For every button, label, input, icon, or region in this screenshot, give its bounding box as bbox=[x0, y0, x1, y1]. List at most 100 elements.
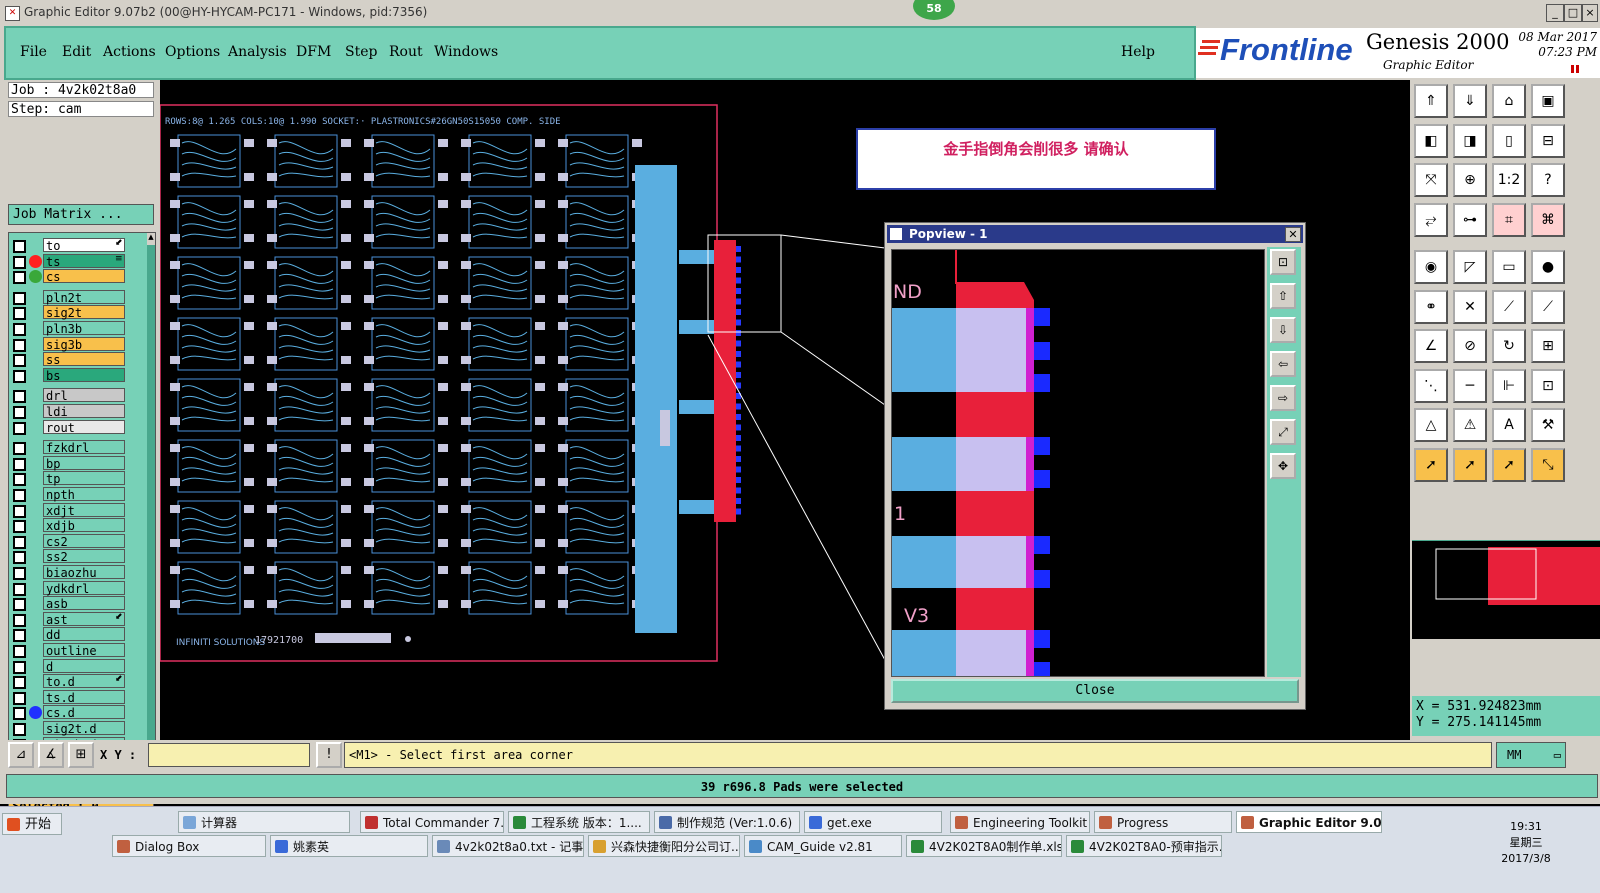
layer-checkbox[interactable] bbox=[13, 723, 26, 736]
layer-row-to[interactable]: to ⬋ bbox=[9, 238, 127, 253]
layer-checkbox[interactable] bbox=[13, 520, 26, 534]
layer-name[interactable]: ts.d bbox=[43, 689, 125, 705]
layer-checkbox[interactable] bbox=[13, 707, 26, 721]
draw-line-icon[interactable]: ◸ bbox=[1453, 250, 1487, 284]
layer-name[interactable]: pln3b bbox=[43, 321, 125, 336]
layer-row-ss2[interactable]: ss2 bbox=[9, 549, 127, 565]
save-layer-icon[interactable]: ⇓ bbox=[1453, 84, 1487, 118]
delete-node-icon[interactable]: ✕ bbox=[1453, 289, 1487, 324]
pan-icon[interactable]: ⥂ bbox=[1414, 202, 1448, 237]
taskbar-item[interactable]: 姚素英 bbox=[270, 835, 428, 857]
layer-name[interactable]: sig3b bbox=[43, 336, 125, 352]
layer-row-ss[interactable]: ss bbox=[9, 352, 127, 368]
layer-row-ast[interactable]: ast ⬋ bbox=[9, 611, 127, 627]
layer-name[interactable]: to bbox=[43, 238, 125, 253]
menu-analysis[interactable]: Analysis bbox=[228, 44, 287, 60]
popview-zoom-in-icon[interactable]: ✥ bbox=[1270, 453, 1296, 479]
layer-name[interactable]: xdjt bbox=[43, 502, 125, 518]
layer-name[interactable]: biaozhu bbox=[43, 565, 125, 580]
taskbar-item[interactable]: 制作规范 (Ver:1.0.6) bbox=[654, 811, 800, 833]
layer-row-xdjt[interactable]: xdjt bbox=[9, 502, 127, 518]
layer-row-ts[interactable]: ts ≡ bbox=[9, 253, 127, 269]
layer-checkbox[interactable] bbox=[13, 369, 26, 383]
triangle-warn-icon[interactable]: △ bbox=[1414, 408, 1448, 442]
maximize-button[interactable]: □ bbox=[1564, 4, 1582, 22]
layer-checkbox[interactable] bbox=[13, 291, 26, 305]
layer-name[interactable]: outline bbox=[43, 643, 125, 658]
popview-pan-right-icon[interactable]: ⇨ bbox=[1270, 385, 1296, 411]
align-center-icon[interactable]: ⊩ bbox=[1492, 368, 1526, 403]
snap-icon[interactable]: ⊿ bbox=[8, 742, 34, 768]
layer-row-drl[interactable]: drl bbox=[9, 388, 127, 404]
array-copy-icon[interactable]: ⊡ bbox=[1531, 368, 1565, 403]
layer-row-biaozhu[interactable]: biaozhu bbox=[9, 565, 127, 580]
units-select[interactable]: MM ▭ bbox=[1496, 742, 1566, 768]
pointer-select-icon[interactable]: ➚ bbox=[1492, 447, 1526, 482]
minimize-button[interactable]: _ bbox=[1546, 4, 1564, 22]
edit-arrow-icon[interactable]: ⚠ bbox=[1453, 408, 1487, 442]
system-clock[interactable]: 19:31 星期三 2017/3/8 bbox=[1496, 819, 1556, 867]
layer-checkbox[interactable] bbox=[13, 660, 26, 674]
layer-checkbox[interactable] bbox=[13, 406, 26, 419]
help-icon[interactable]: ? bbox=[1531, 163, 1565, 197]
popview-close-button[interactable]: Close bbox=[891, 679, 1299, 703]
taskbar-item[interactable]: 兴森快捷衡阳分公司订... bbox=[588, 835, 740, 857]
zoom-fit-icon[interactable]: ⤧ bbox=[1414, 163, 1448, 197]
pointer-icon[interactable]: ➚ bbox=[1414, 447, 1448, 482]
measure-diag-icon[interactable]: ⟋ bbox=[1531, 289, 1565, 324]
popview-zoom-fit-icon[interactable]: ⊡ bbox=[1270, 249, 1296, 275]
layer-name[interactable]: bs bbox=[43, 367, 125, 383]
layer-name[interactable]: ts bbox=[43, 253, 125, 269]
layer-left-icon[interactable]: ◧ bbox=[1414, 123, 1448, 158]
layer-name[interactable]: cs.d bbox=[43, 705, 125, 720]
layer-checkbox[interactable] bbox=[13, 489, 26, 502]
taskbar-item[interactable]: get.exe bbox=[804, 811, 942, 833]
layer-row-d[interactable]: d bbox=[9, 658, 127, 674]
taskbar-item[interactable]: Dialog Box bbox=[112, 835, 266, 857]
layer-name[interactable]: xdjb bbox=[43, 518, 125, 533]
layer-name[interactable]: asb bbox=[43, 596, 125, 611]
taskbar-item[interactable]: 4V2K02T8A0-预审指示.... bbox=[1066, 835, 1222, 857]
layer-row-npth[interactable]: npth bbox=[9, 487, 127, 502]
close-window-button[interactable]: × bbox=[1582, 4, 1598, 22]
layer-row-sig2t[interactable]: sig2t bbox=[9, 305, 127, 321]
ruler-icon[interactable]: ▭ bbox=[1492, 250, 1526, 284]
layer-name[interactable]: d bbox=[43, 658, 125, 674]
taskbar-item[interactable]: Engineering Toolkit 9.... bbox=[950, 811, 1090, 833]
layer-checkbox[interactable] bbox=[13, 307, 26, 321]
menu-edit[interactable]: Edit bbox=[62, 44, 91, 60]
step-split-icon[interactable]: ⊟ bbox=[1531, 123, 1565, 158]
pointer-box-icon[interactable]: ➚ bbox=[1453, 447, 1487, 482]
popview-pan-up-icon[interactable]: ⇧ bbox=[1270, 283, 1296, 309]
layer-checkbox[interactable] bbox=[13, 613, 26, 627]
layer-name[interactable]: ldi bbox=[43, 404, 125, 419]
layer-right-icon[interactable]: ◨ bbox=[1453, 123, 1487, 158]
layer-name[interactable]: sig2t bbox=[43, 305, 125, 320]
layer-checkbox[interactable] bbox=[13, 323, 26, 336]
layer-row-bp[interactable]: bp bbox=[9, 455, 127, 471]
popview-close-icon[interactable]: ✕ bbox=[1285, 227, 1301, 242]
layer-name[interactable]: rout bbox=[43, 419, 125, 435]
route-net-icon[interactable]: ⌘ bbox=[1531, 202, 1565, 237]
connect-nodes-icon[interactable]: ⚭ bbox=[1414, 289, 1448, 324]
taskbar-item[interactable]: CAM_Guide v2.81 bbox=[744, 835, 902, 857]
step-prev-icon[interactable]: ▯ bbox=[1492, 123, 1526, 158]
layer-name[interactable]: cs2 bbox=[43, 533, 125, 549]
pad-select-icon[interactable]: ⋱ bbox=[1414, 368, 1448, 403]
layer-row-ts-d[interactable]: ts.d bbox=[9, 689, 127, 705]
alert-icon[interactable]: ! bbox=[316, 742, 342, 768]
layer-row-tp[interactable]: tp bbox=[9, 471, 127, 487]
select-feature-icon[interactable]: ◉ bbox=[1414, 250, 1448, 284]
open-job-icon[interactable]: ⇑ bbox=[1414, 84, 1448, 118]
menu-windows[interactable]: Windows bbox=[434, 44, 498, 60]
layer-row-pln2t[interactable]: pln2t bbox=[9, 289, 127, 305]
layer-row-sig2t-d[interactable]: sig2t.d bbox=[9, 721, 127, 736]
layer-scrollbar[interactable]: ▲ ▼ bbox=[147, 233, 155, 791]
popview-pan-down-icon[interactable]: ⇩ bbox=[1270, 317, 1296, 343]
layer-checkbox[interactable] bbox=[13, 442, 26, 456]
layer-checkbox[interactable] bbox=[13, 535, 26, 549]
layer-checkbox[interactable] bbox=[13, 567, 26, 580]
layer-checkbox[interactable] bbox=[13, 255, 26, 269]
layer-name[interactable]: npth bbox=[43, 487, 125, 502]
fill-circle-icon[interactable]: ● bbox=[1531, 250, 1565, 284]
